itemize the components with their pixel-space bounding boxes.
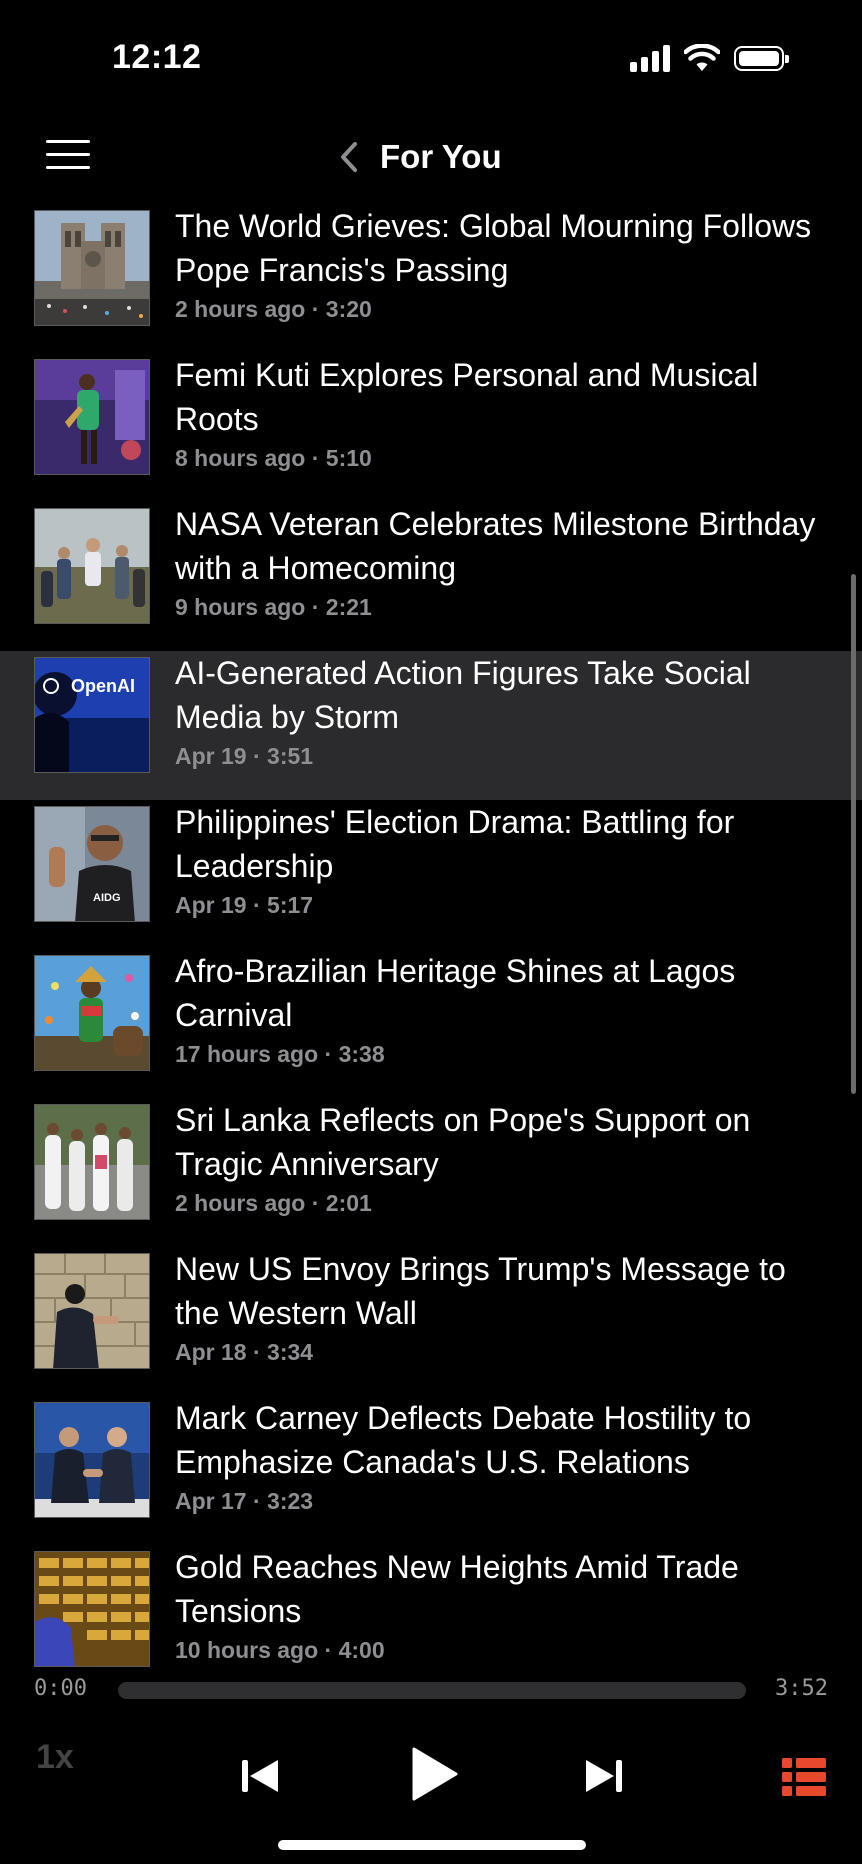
story-text: Philippines' Election Drama: Battling fo…	[175, 800, 825, 919]
story-title: Afro-Brazilian Heritage Shines at Lagos …	[175, 953, 736, 1033]
story-row[interactable]: Mark Carney Deflects Debate Hostility to…	[0, 1396, 862, 1545]
skip-forward-icon[interactable]	[584, 1758, 624, 1794]
story-row[interactable]: Gold Reaches New Heights Amid Trade Tens…	[0, 1545, 862, 1668]
story-row[interactable]: The World Grieves: Global Mourning Follo…	[0, 204, 862, 353]
story-title: Mark Carney Deflects Debate Hostility to…	[175, 1400, 752, 1480]
story-title: Philippines' Election Drama: Battling fo…	[175, 804, 735, 884]
story-meta: 2 hours ago · 3:20	[175, 296, 372, 322]
story-thumbnail-homecoming	[34, 508, 150, 624]
story-row-selected[interactable]: OpenAI AI-Generated Action Figures Take …	[0, 651, 862, 800]
queue-list-icon[interactable]	[782, 1758, 826, 1796]
story-thumbnail-carnival	[34, 955, 150, 1071]
story-text: New US Envoy Brings Trump's Message to t…	[175, 1247, 825, 1366]
story-row[interactable]: Femi Kuti Explores Personal and Musical …	[0, 353, 862, 502]
vest-label-text: AIDG	[93, 892, 121, 904]
chevron-left-icon	[341, 142, 357, 172]
app-screen: 12:12 For You The World Grieves: Global …	[0, 0, 862, 1864]
cellular-signal-icon	[630, 44, 670, 72]
skip-back-icon[interactable]	[240, 1758, 280, 1794]
total-time: 3:52	[775, 1676, 828, 1701]
status-bar: 12:12	[0, 0, 862, 110]
story-title: Femi Kuti Explores Personal and Musical …	[175, 357, 759, 437]
story-text: Gold Reaches New Heights Amid Trade Tens…	[175, 1545, 825, 1664]
story-meta: Apr 19 · 5:17	[175, 892, 314, 918]
navigation-bar: For You	[0, 110, 862, 204]
hamburger-menu-icon[interactable]	[46, 140, 90, 170]
story-meta: 2 hours ago · 2:01	[175, 1190, 372, 1216]
story-row[interactable]: Afro-Brazilian Heritage Shines at Lagos …	[0, 949, 862, 1098]
audio-player: 0:00 3:52 1x	[0, 1668, 862, 1864]
progress-slider[interactable]	[118, 1682, 746, 1699]
play-icon[interactable]	[410, 1746, 458, 1802]
story-text: Sri Lanka Reflects on Pope's Support on …	[175, 1098, 825, 1217]
story-meta: 8 hours ago · 5:10	[175, 445, 372, 471]
story-text: Femi Kuti Explores Personal and Musical …	[175, 353, 825, 472]
home-indicator	[278, 1840, 586, 1850]
story-meta: Apr 17 · 3:23	[175, 1488, 314, 1514]
story-title: The World Grieves: Global Mourning Follo…	[175, 208, 812, 288]
story-list[interactable]: The World Grieves: Global Mourning Follo…	[0, 204, 862, 1668]
story-text: AI-Generated Action Figures Take Social …	[175, 651, 825, 770]
story-row[interactable]: AIDG Philippines' Election Drama: Battli…	[0, 800, 862, 949]
story-row[interactable]: NASA Veteran Celebrates Milestone Birthd…	[0, 502, 862, 651]
story-row[interactable]: Sri Lanka Reflects on Pope's Support on …	[0, 1098, 862, 1247]
story-meta: 17 hours ago · 3:38	[175, 1041, 385, 1067]
story-row[interactable]: New US Envoy Brings Trump's Message to t…	[0, 1247, 862, 1396]
story-text: Mark Carney Deflects Debate Hostility to…	[175, 1396, 825, 1515]
story-thumbnail-western-wall	[34, 1253, 150, 1369]
story-title: Sri Lanka Reflects on Pope's Support on …	[175, 1102, 751, 1182]
openai-logo-text: OpenAI	[71, 676, 135, 696]
story-thumbnail-procession	[34, 1104, 150, 1220]
status-icons	[630, 44, 789, 72]
scroll-indicator[interactable]	[851, 574, 856, 1094]
story-text: Afro-Brazilian Heritage Shines at Lagos …	[175, 949, 825, 1068]
story-meta: 9 hours ago · 2:21	[175, 594, 372, 620]
playback-speed-button[interactable]: 1x	[36, 1738, 74, 1777]
story-title: NASA Veteran Celebrates Milestone Birthd…	[175, 506, 816, 586]
story-title: New US Envoy Brings Trump's Message to t…	[175, 1251, 786, 1331]
story-thumbnail-debate	[34, 1402, 150, 1518]
wifi-icon	[684, 44, 720, 71]
story-thumbnail-gold	[34, 1551, 150, 1667]
elapsed-time: 0:00	[34, 1676, 87, 1701]
story-thumbnail-candidate: AIDG	[34, 806, 150, 922]
battery-icon	[734, 45, 789, 71]
story-meta: Apr 18 · 3:34	[175, 1339, 314, 1365]
back-button[interactable]: For You	[340, 132, 502, 182]
story-text: The World Grieves: Global Mourning Follo…	[175, 204, 825, 323]
story-meta: Apr 19 · 3:51	[175, 743, 314, 769]
story-thumbnail-concert	[34, 359, 150, 475]
story-thumbnail-cathedral	[34, 210, 150, 326]
story-meta: 10 hours ago · 4:00	[175, 1637, 385, 1663]
story-text: NASA Veteran Celebrates Milestone Birthd…	[175, 502, 825, 621]
page-title: For You	[380, 138, 502, 175]
story-title: AI-Generated Action Figures Take Social …	[175, 655, 751, 735]
story-title: Gold Reaches New Heights Amid Trade Tens…	[175, 1549, 739, 1629]
status-time: 12:12	[112, 38, 202, 76]
story-thumbnail-openai: OpenAI	[34, 657, 150, 773]
